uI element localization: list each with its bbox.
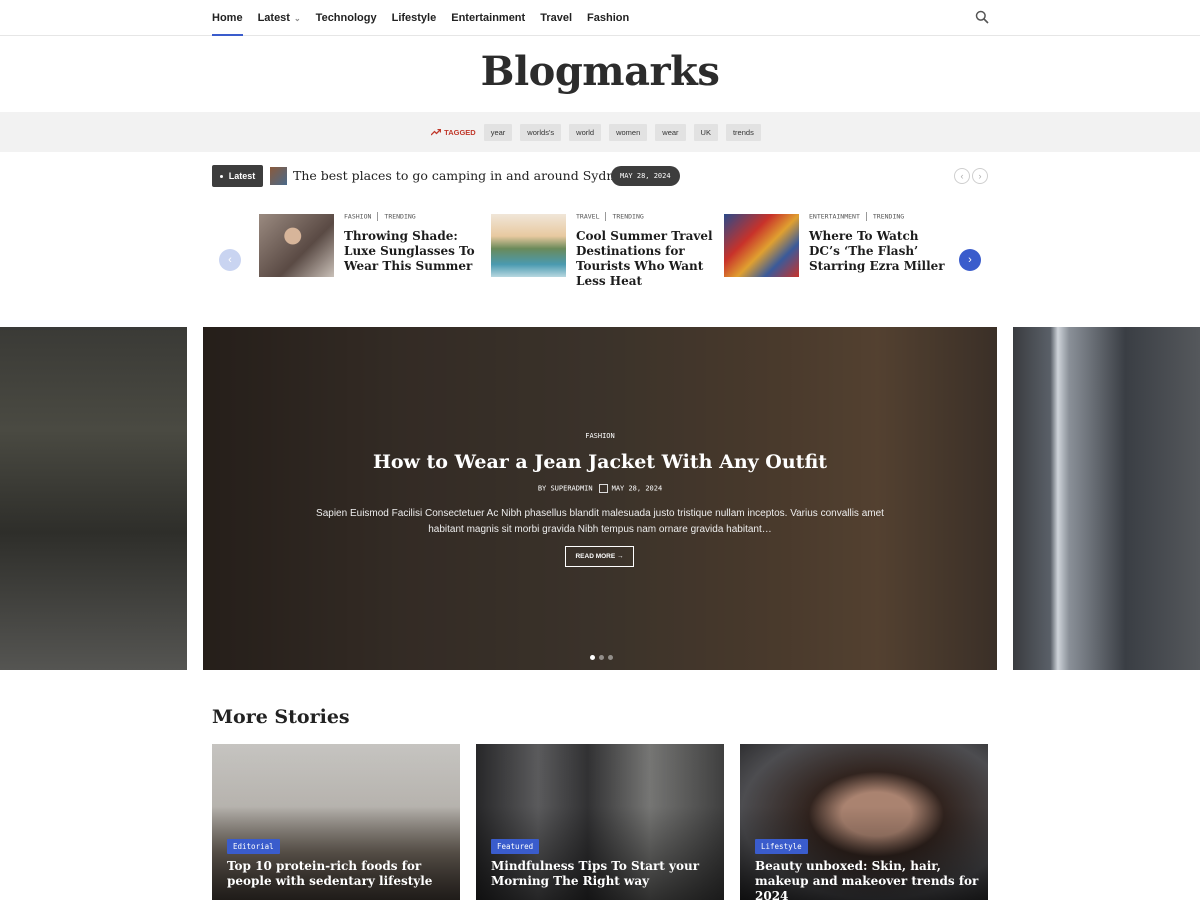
hero-date: MAY 28, 2024 [611,484,663,493]
slider-dot[interactable] [599,655,604,660]
ticker-prev-button[interactable]: ‹ [954,168,970,184]
trending-icon [431,128,442,135]
nav-item-latest[interactable]: Latest ⌄ [258,0,301,36]
nav-item-home[interactable]: Home [212,0,243,36]
nav-item-entertainment[interactable]: Entertainment [451,0,525,36]
hero-category[interactable]: FASHION [0,432,1200,440]
ticker-thumbnail[interactable] [270,167,287,185]
ticker-headline[interactable]: The best places to go camping in and aro… [293,168,629,183]
tagged-text: TAGGED [444,127,476,137]
site-logo[interactable]: Blogmarks [0,48,1200,95]
post-meta: FASHION TRENDING [344,212,416,221]
divider [865,212,867,221]
hero-meta: BY SUPERADMIN MAY 28, 2024 [203,484,997,493]
chevron-right-icon: › [968,254,972,266]
post-tag[interactable]: TRENDING [873,213,904,221]
ticker-next-button[interactable]: › [972,168,988,184]
post-thumbnail[interactable] [259,214,334,277]
nav-item-label: Entertainment [451,12,526,24]
story-title[interactable]: Beauty unboxed: Skin, hair, makeup and m… [755,859,980,900]
post-meta: ENTERTAINMENT TRENDING [809,212,904,221]
latest-badge-label: Latest [228,171,256,181]
tag-uk[interactable]: UK [693,123,718,141]
divider [605,212,607,221]
chevron-down-icon: ⌄ [293,13,301,23]
post-category[interactable]: TRAVEL [576,213,599,221]
latest-ticker: Latest The best places to go camping in … [212,165,988,187]
hero-slide[interactable] [203,327,997,670]
nav-item-lifestyle[interactable]: Lifestyle [392,0,437,36]
story-badge[interactable]: Featured [491,839,540,854]
bullet-icon [219,174,223,178]
post-tag[interactable]: TRENDING [384,213,415,221]
story-title[interactable]: Top 10 protein-rich foods for people wit… [227,859,452,889]
post-category[interactable]: FASHION [344,213,371,221]
tag-bar: TAGGED year worlds's world women wear UK… [0,112,1200,152]
nav-item-fashion[interactable]: Fashion [587,0,629,36]
divider [377,212,379,221]
chevron-left-icon: ‹ [960,171,964,181]
post-title[interactable]: Cool Summer Travel Destinations for Tour… [576,229,716,289]
story-badge[interactable]: Editorial [227,839,280,854]
tagged-label: TAGGED [431,128,476,137]
top-navigation: Home Latest ⌄ Technology Lifestyle Entert… [0,0,1200,36]
hero-author[interactable]: BY SUPERADMIN [538,485,593,493]
nav-item-label: Travel [540,12,573,24]
tag-trends[interactable]: trends [725,123,761,141]
post-category[interactable]: ENTERTAINMENT [809,213,860,221]
tag-women[interactable]: women [609,123,648,141]
section-title: More Stories [212,706,350,728]
tag-wear[interactable]: wear [655,123,686,141]
post-meta: TRAVEL TRENDING [576,212,644,221]
nav-item-technology[interactable]: Technology [316,0,377,36]
nav-item-label: Technology [315,12,377,24]
story-card[interactable]: Featured Mindfulness Tips To Start your … [476,744,724,900]
story-badge[interactable]: Lifestyle [755,839,808,854]
search-icon[interactable] [975,10,989,24]
post-tag[interactable]: TRENDING [612,213,643,221]
calendar-icon [598,484,608,493]
nav-item-label: Lifestyle [391,12,437,24]
read-more-button[interactable]: READ MORE → [565,546,634,567]
slider-dot[interactable] [608,655,613,660]
mini-post[interactable]: FASHION TRENDING Throwing Shade: Luxe Sun… [259,212,484,292]
ticker-date: MAY 28, 2024 [611,166,680,186]
hero-title[interactable]: How to Wear a Jean Jacket With Any Outfi… [203,451,997,473]
chevron-left-icon: ‹ [228,254,232,266]
story-card[interactable]: Editorial Top 10 protein-rich foods for … [212,744,460,900]
carousel-next-button[interactable]: › [959,249,981,271]
nav-item-label: Home [212,12,243,24]
hero-prev-slide[interactable] [0,327,187,670]
post-title[interactable]: Where To Watch DC’s ‘The Flash’ Starring… [809,229,949,274]
nav-item-travel[interactable]: Travel [540,0,572,36]
story-card[interactable]: Lifestyle Beauty unboxed: Skin, hair, ma… [740,744,988,900]
tag-year[interactable]: year [483,123,513,141]
post-thumbnail[interactable] [724,214,799,277]
mini-post[interactable]: TRAVEL TRENDING Cool Summer Travel Destin… [491,212,716,292]
post-title[interactable]: Throwing Shade: Luxe Sunglasses To Wear … [344,229,484,274]
hero-next-slide[interactable] [1013,327,1200,670]
nav-menu: Home Latest ⌄ Technology Lifestyle Entert… [212,0,644,36]
tag-worldss[interactable]: worlds's [520,123,562,141]
nav-item-label: Fashion [587,12,630,24]
slider-dots [590,655,617,660]
story-title[interactable]: Mindfulness Tips To Start your Morning T… [491,859,716,889]
latest-badge: Latest [212,165,263,187]
post-thumbnail[interactable] [491,214,566,277]
tag-world[interactable]: world [569,123,602,141]
mini-post[interactable]: ENTERTAINMENT TRENDING Where To Watch DC’… [724,212,949,292]
slider-dot[interactable] [590,655,595,660]
chevron-right-icon: › [978,171,982,181]
hero-excerpt: Sapien Euismod Facilisi Consectetuer Ac … [316,508,884,535]
carousel-prev-button[interactable]: ‹ [219,249,241,271]
nav-item-label: Latest [257,12,290,24]
hero-overlay [203,327,997,670]
